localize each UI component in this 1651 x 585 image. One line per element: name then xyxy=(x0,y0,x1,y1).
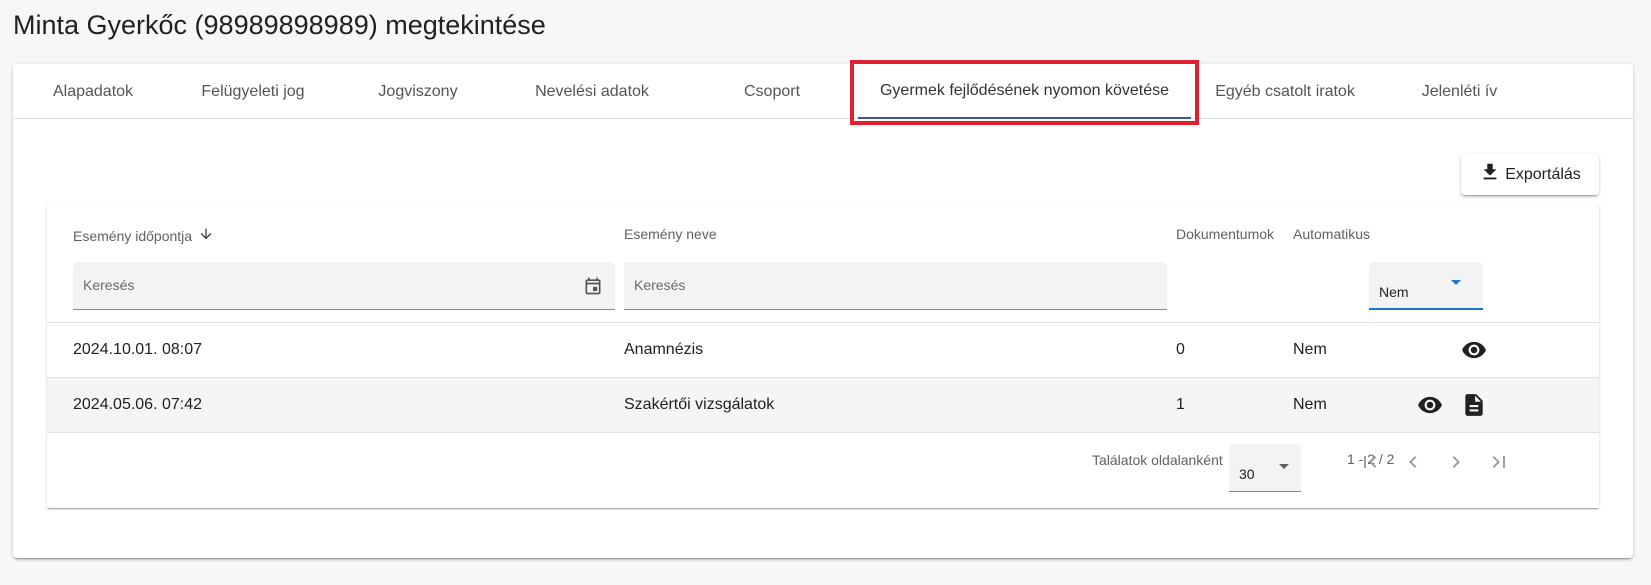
name-filter-field xyxy=(624,262,1167,310)
per-page-select[interactable]: 30 xyxy=(1229,444,1301,492)
previous-page-button[interactable] xyxy=(1393,444,1433,484)
download-icon xyxy=(1479,161,1501,188)
events-table: Esemény időpontja Esemény neve Dokumentu… xyxy=(47,204,1599,508)
table-row[interactable]: 2024.10.01. 08:07 Anamnézis 0 Nem xyxy=(47,323,1599,378)
table-row[interactable]: 2024.05.06. 07:42 Szakértői vizsgálatok … xyxy=(47,378,1599,433)
eye-icon[interactable] xyxy=(1461,337,1487,363)
auto-filter-select[interactable]: Nem xyxy=(1369,262,1483,310)
tab-egyeb-csatolt-iratok[interactable]: Egyéb csatolt iratok xyxy=(1208,64,1362,119)
tab-csoport[interactable]: Csoport xyxy=(713,64,831,119)
tab-jelenleti-iv[interactable]: Jelenléti ív xyxy=(1402,64,1517,119)
tab-alapadatok[interactable]: Alapadatok xyxy=(30,64,156,119)
column-header-docs[interactable]: Dokumentumok xyxy=(1176,226,1274,242)
document-icon[interactable] xyxy=(1461,392,1487,418)
tab-bar: Alapadatok Felügyeleti jog Jogviszony Ne… xyxy=(13,64,1633,119)
chevron-left-icon xyxy=(1401,450,1425,479)
auto-filter-value: Nem xyxy=(1379,284,1409,300)
first-page-icon xyxy=(1358,450,1382,479)
dropdown-arrow-icon xyxy=(1279,464,1289,469)
tab-nevelesi-adatok[interactable]: Nevelési adatok xyxy=(513,64,671,119)
name-search-input[interactable] xyxy=(634,262,1127,308)
first-page-button[interactable] xyxy=(1350,444,1390,484)
date-search-input[interactable] xyxy=(83,262,575,308)
row-docs: 0 xyxy=(1176,341,1185,358)
column-header-auto[interactable]: Automatikus xyxy=(1293,226,1370,242)
last-page-button[interactable] xyxy=(1479,444,1519,484)
row-docs: 1 xyxy=(1176,396,1185,413)
calendar-icon[interactable] xyxy=(583,276,603,296)
row-date: 2024.05.06. 07:42 xyxy=(73,396,203,413)
per-page-value: 30 xyxy=(1239,466,1255,482)
export-label: Exportálás xyxy=(1505,165,1581,183)
content-card: Alapadatok Felügyeleti jog Jogviszony Ne… xyxy=(13,60,1633,558)
tab-felugyeleti-jog[interactable]: Felügyeleti jog xyxy=(186,64,320,119)
row-auto: Nem xyxy=(1293,341,1327,358)
eye-icon[interactable] xyxy=(1417,392,1443,418)
dropdown-arrow-icon xyxy=(1451,280,1461,285)
chevron-right-icon xyxy=(1444,450,1468,479)
row-name: Anamnézis xyxy=(624,341,704,358)
next-page-button[interactable] xyxy=(1436,444,1476,484)
last-page-icon xyxy=(1487,450,1511,479)
row-name: Szakértői vizsgálatok xyxy=(624,396,775,413)
per-page-label: Találatok oldalanként xyxy=(1092,452,1223,468)
column-header-name[interactable]: Esemény neve xyxy=(624,226,717,242)
date-filter-field xyxy=(73,262,615,310)
tab-gyermek-fejlodes[interactable]: Gyermek fejlődésének nyomon követése xyxy=(858,64,1191,119)
export-button[interactable]: Exportálás xyxy=(1461,154,1599,195)
page-title: Minta Gyerkőc (98989898989) megtekintése xyxy=(13,10,546,40)
arrow-down-icon xyxy=(198,226,214,245)
column-header-date[interactable]: Esemény időpontja xyxy=(73,226,214,245)
row-auto: Nem xyxy=(1293,396,1327,413)
tab-jogviszony[interactable]: Jogviszony xyxy=(359,64,477,119)
row-date: 2024.10.01. 08:07 xyxy=(73,341,203,358)
